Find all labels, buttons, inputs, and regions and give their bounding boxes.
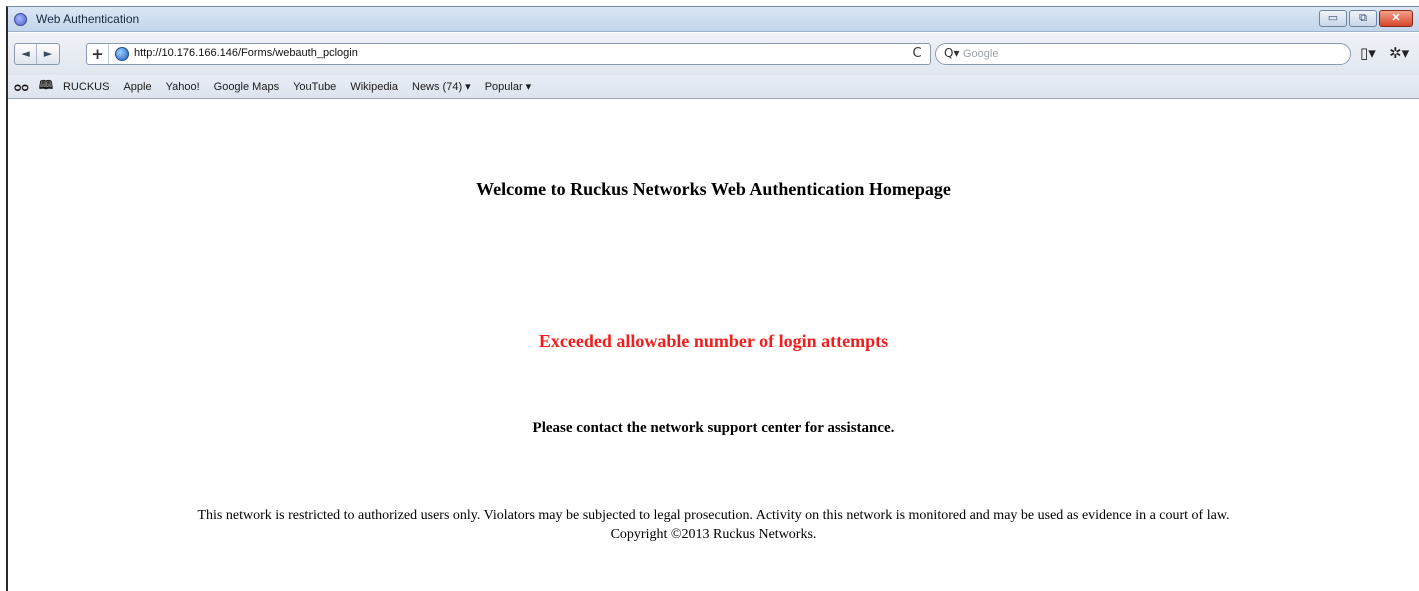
search-icon[interactable]: Q▾ (944, 46, 959, 60)
bookmark-youtube[interactable]: YouTube (293, 81, 336, 93)
bookmark-yahoo[interactable]: Yahoo! (166, 81, 200, 93)
reload-button[interactable]: C (908, 45, 926, 63)
address-bar[interactable]: + http://10.176.166.146/Forms/webauth_pc… (86, 43, 931, 65)
bookmarks-book-icon[interactable]: 🕮 (39, 76, 53, 97)
bookmark-popular-menu[interactable]: Popular ▾ (485, 80, 532, 93)
bookmark-news-menu[interactable]: News (74) ▾ (412, 80, 471, 93)
legal-disclaimer: This network is restricted to authorized… (8, 506, 1419, 544)
url-text[interactable]: http://10.176.166.146/Forms/webauth_pclo… (134, 47, 358, 59)
search-placeholder: Google (963, 48, 999, 60)
back-button[interactable]: ◄ (15, 44, 37, 64)
error-message: Exceeded allowable number of login attem… (538, 331, 889, 351)
page-content: Welcome to Ruckus Networks Web Authentic… (8, 100, 1419, 591)
globe-icon (115, 47, 129, 61)
window-title: Web Authentication (36, 12, 140, 26)
contact-support-message: Please contact the network support cente… (532, 420, 895, 436)
settings-gear-icon[interactable]: ✲▾ (1389, 44, 1409, 62)
close-button[interactable]: ✕ (1379, 10, 1413, 27)
title-bar: Web Authentication ▭ ⧉ ✕ (8, 7, 1419, 32)
bookmark-wikipedia[interactable]: Wikipedia (350, 81, 398, 93)
page-menu-icon[interactable]: ▯▾ (1360, 44, 1376, 62)
navigation-bar: ◄ ► + http://10.176.166.146/Forms/webaut… (8, 33, 1419, 75)
browser-window: Web Authentication ▭ ⧉ ✕ ◄ ► + http://10… (6, 6, 1419, 591)
window-controls: ▭ ⧉ ✕ (1319, 10, 1413, 27)
forward-button[interactable]: ► (37, 44, 59, 64)
welcome-heading: Welcome to Ruckus Networks Web Authentic… (476, 179, 951, 199)
bookmark-google-maps[interactable]: Google Maps (214, 81, 279, 93)
disclaimer-text: This network is restricted to authorized… (197, 508, 1230, 523)
reading-list-icon[interactable]: ᴑᴑ (14, 80, 29, 94)
copyright-text: Copyright ©2013 Ruckus Networks. (610, 527, 817, 542)
history-buttons: ◄ ► (14, 43, 60, 65)
search-field[interactable]: Q▾ Google (935, 43, 1351, 65)
browser-logo-icon (14, 13, 27, 26)
add-bookmark-button[interactable]: + (87, 44, 109, 64)
maximize-button[interactable]: ⧉ (1349, 10, 1377, 27)
bookmarks-bar: ᴑᴑ 🕮 RUCKUS Apple Yahoo! Google Maps You… (8, 75, 1419, 99)
bookmark-apple[interactable]: Apple (123, 81, 151, 93)
minimize-button[interactable]: ▭ (1319, 10, 1347, 27)
bookmark-ruckus[interactable]: RUCKUS (63, 81, 109, 93)
